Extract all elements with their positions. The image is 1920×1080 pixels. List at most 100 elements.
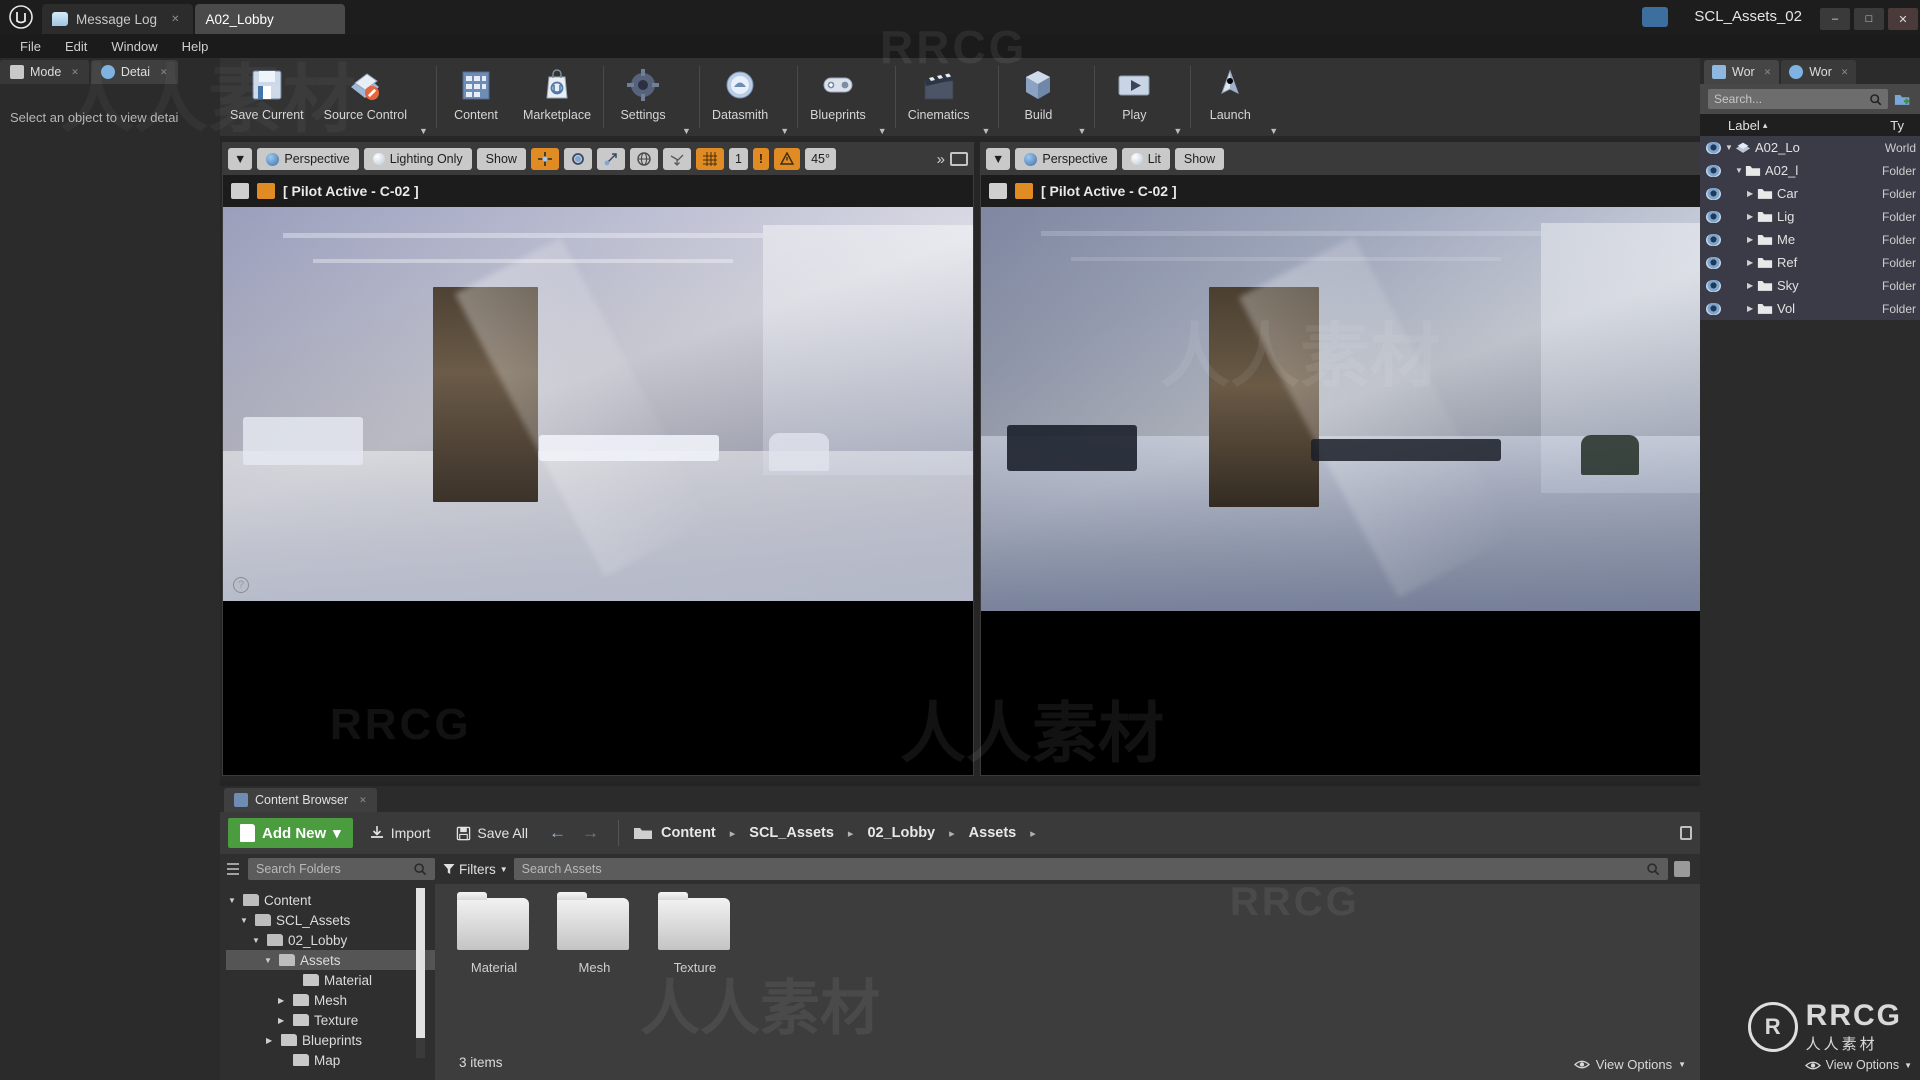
outliner-row[interactable]: ▶ Lig Folder [1700,205,1920,228]
translate-gizmo-icon[interactable] [530,148,559,170]
window-tab-a02-lobby[interactable]: A02_Lobby [195,4,346,34]
visibility-eye-icon[interactable] [1706,210,1721,223]
viewport-right-render[interactable] [981,207,1731,611]
chevron-down-icon[interactable]: ▼ [1075,104,1092,136]
close-icon[interactable]: ✕ [160,67,168,78]
visibility-eye-icon[interactable] [1706,256,1721,269]
chevron-down-icon[interactable]: ▼ [1267,104,1284,136]
expand-arrow-icon[interactable]: ▶ [278,996,288,1005]
asset-tile-material[interactable]: Material [457,892,531,975]
view-mode-button[interactable]: Lit [1121,148,1170,170]
import-button[interactable]: Import [359,818,441,848]
close-icon[interactable]: ✕ [1841,67,1849,78]
expand-arrow-icon[interactable]: ▶ [266,1036,276,1045]
expand-arrow-icon[interactable]: ▼ [228,896,238,905]
expand-arrow-icon[interactable]: ▶ [1747,304,1757,313]
camera-lock-icon[interactable] [1015,183,1033,199]
chevron-down-icon[interactable]: ▼ [1171,104,1188,136]
layout-mode-icon[interactable] [1642,7,1669,27]
column-type[interactable]: Ty [1890,118,1920,133]
viewport-help-icon[interactable]: ? [233,577,249,593]
toolbar-cinematics[interactable]: Cinematics [898,58,980,122]
chevron-down-icon[interactable]: ▼ [778,104,795,136]
visibility-eye-icon[interactable] [1706,233,1721,246]
chevron-down-icon[interactable]: ▼ [680,104,697,136]
expand-arrow-icon[interactable]: ▼ [264,956,274,965]
lock-icon[interactable] [1680,826,1692,840]
toolbar-settings[interactable]: Settings [606,58,680,122]
expand-arrow-icon[interactable]: ▼ [252,936,262,945]
tree-node-material[interactable]: Material [226,970,435,990]
visibility-eye-icon[interactable] [1706,279,1721,292]
visibility-eye-icon[interactable] [1706,164,1721,177]
tab-modes[interactable]: Mode ✕ [0,60,89,84]
maximize-button[interactable]: □ [1854,8,1884,30]
tab-content-browser[interactable]: Content Browser ✕ [224,788,377,812]
tree-node-content[interactable]: ▼ Content [226,890,435,910]
outliner-search-input[interactable]: Search... [1708,89,1888,109]
collapse-tree-icon[interactable] [226,861,242,877]
close-icon[interactable]: ✕ [171,14,179,25]
toolbar-source-control[interactable]: Source Control [314,58,417,122]
world-coordinate-icon[interactable] [629,148,658,170]
visibility-eye-icon[interactable] [1706,141,1721,154]
chevron-down-icon[interactable]: ▼ [417,104,434,136]
camera-mode-button[interactable]: Perspective [1015,148,1117,170]
expand-arrow-icon[interactable]: ▶ [1747,258,1757,267]
asset-search-input[interactable]: Search Assets [513,858,1668,880]
back-button[interactable]: ← [544,823,571,843]
grid-size-value[interactable]: 1 [728,148,748,170]
toolbar-blueprints[interactable]: Blueprints [800,58,876,122]
outliner-row[interactable]: ▶ Sky Folder [1700,274,1920,297]
save-search-icon[interactable] [1674,861,1690,877]
outliner-row[interactable]: ▼ A02_Lo World [1700,136,1920,159]
outliner-row[interactable]: ▼ A02_l Folder [1700,159,1920,182]
outliner-row[interactable]: ▶ Me Folder [1700,228,1920,251]
eject-pilot-icon[interactable] [231,183,249,199]
breadcrumb-scl-assets[interactable]: SCL_Assets [747,825,836,841]
rotate-gizmo-icon[interactable] [563,148,592,170]
content-view-options-button[interactable]: View Options ▼ [1573,1057,1686,1072]
asset-tile-texture[interactable]: Texture [657,892,732,975]
minimize-button[interactable]: – [1820,8,1850,30]
viewport-options-button[interactable]: ▼ [986,148,1011,170]
view-mode-button[interactable]: Lighting Only [363,148,472,170]
viewport-right[interactable]: ▼ Perspective Lit Show [ Pilot Active - … [980,142,1732,776]
breadcrumb-content[interactable]: Content [659,825,718,841]
outliner-row[interactable]: ▶ Vol Folder [1700,297,1920,320]
expand-arrow-icon[interactable]: ▶ [1747,212,1757,221]
tree-node-02-lobby[interactable]: ▼ 02_Lobby [226,930,435,950]
save-all-button[interactable]: Save All [446,818,538,848]
camera-mode-button[interactable]: Perspective [257,148,359,170]
toolbar-build[interactable]: Build [1001,58,1075,122]
menu-item-help[interactable]: Help [170,39,221,54]
outliner-row[interactable]: ▶ Ref Folder [1700,251,1920,274]
asset-grid[interactable]: Material Mesh Texture 3 items View Optio… [435,884,1700,1080]
eject-pilot-icon[interactable] [989,183,1007,199]
menu-item-edit[interactable]: Edit [53,39,99,54]
close-icon[interactable]: ✕ [71,67,79,78]
tree-node-map[interactable]: Map [226,1050,435,1070]
toolbar-play[interactable]: Play [1097,58,1171,122]
toolbar-save-current[interactable]: Save Current [220,58,314,122]
toolbar-datasmith[interactable]: Datasmith [702,58,778,122]
toolbar-launch[interactable]: Launch [1193,58,1267,122]
viewport-options-button[interactable]: ▼ [228,148,253,170]
new-folder-icon[interactable] [1894,92,1912,107]
close-icon[interactable]: ✕ [359,795,367,806]
tree-node-mesh[interactable]: ▶ Mesh [226,990,435,1010]
show-menu-button[interactable]: Show [1174,148,1225,170]
outliner-view-options-button[interactable]: View Options ▼ [1804,1058,1912,1072]
surface-snap-icon[interactable] [662,148,691,170]
chevron-down-icon[interactable]: ▼ [980,104,997,136]
tree-node-texture[interactable]: ▶ Texture [226,1010,435,1030]
angle-snap-value[interactable]: 45° [805,148,836,170]
camera-lock-icon[interactable] [257,183,275,199]
tree-scrollbar[interactable] [416,888,425,1058]
tree-node-scl-assets[interactable]: ▼ SCL_Assets [226,910,435,930]
visibility-eye-icon[interactable] [1706,302,1721,315]
grid-snap-icon[interactable] [695,148,724,170]
breadcrumb-assets[interactable]: Assets [967,825,1019,841]
scale-snap-warning-icon[interactable] [774,148,801,170]
tab-world-outliner[interactable]: Wor ✕ [1704,60,1780,84]
